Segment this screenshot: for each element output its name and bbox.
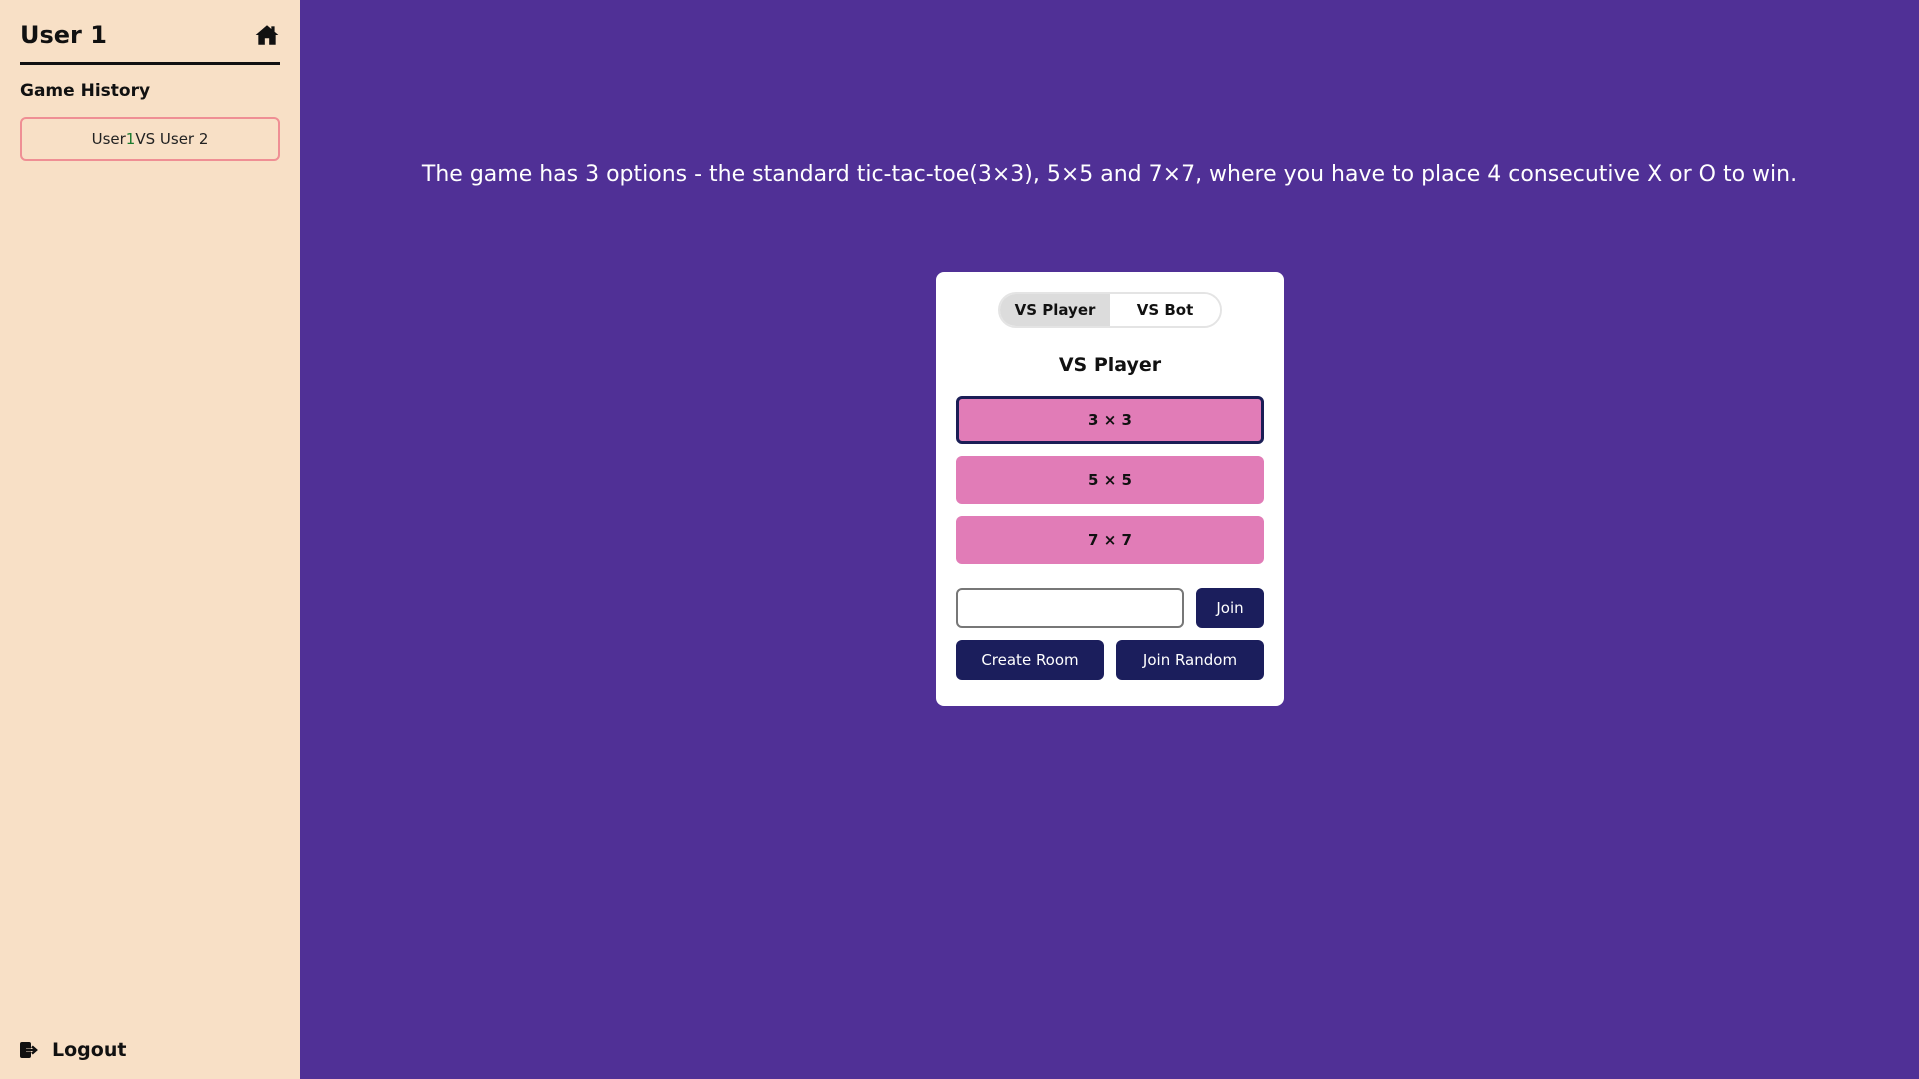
history-item-prefix: User [91, 130, 126, 148]
size-5x5-button[interactable]: 5 × 5 [956, 456, 1264, 504]
tab-vs-bot[interactable]: VS Bot [1110, 294, 1220, 326]
logout-button[interactable]: Logout [20, 1039, 126, 1061]
logout-label: Logout [52, 1039, 127, 1061]
create-room-button[interactable]: Create Room [956, 640, 1104, 680]
mode-title: VS Player [1058, 354, 1162, 376]
history-item-suffix: VS User 2 [135, 130, 209, 148]
size-3x3-button[interactable]: 3 × 3 [956, 396, 1264, 444]
home-icon[interactable] [254, 22, 280, 48]
sidebar: User 1 Game History User 1 VS User 2 Log… [0, 0, 300, 1079]
user-name: User 1 [20, 21, 107, 49]
sidebar-header: User 1 [20, 0, 280, 65]
tab-vs-player[interactable]: VS Player [1000, 294, 1110, 326]
action-row: Create Room Join Random [956, 640, 1264, 680]
history-item[interactable]: User 1 VS User 2 [20, 117, 280, 161]
game-setup-card: VS Player VS Bot VS Player 3 × 3 5 × 5 7… [936, 272, 1284, 706]
mode-toggle: VS Player VS Bot [998, 292, 1222, 328]
size-7x7-button[interactable]: 7 × 7 [956, 516, 1264, 564]
history-item-number: 1 [125, 130, 136, 148]
logout-icon [20, 1042, 38, 1058]
room-code-input[interactable] [956, 588, 1184, 628]
join-button[interactable]: Join [1196, 588, 1264, 628]
game-description: The game has 3 options - the standard ti… [421, 162, 1798, 187]
game-history-title: Game History [20, 81, 151, 101]
join-row: Join [956, 588, 1264, 628]
join-random-button[interactable]: Join Random [1116, 640, 1264, 680]
